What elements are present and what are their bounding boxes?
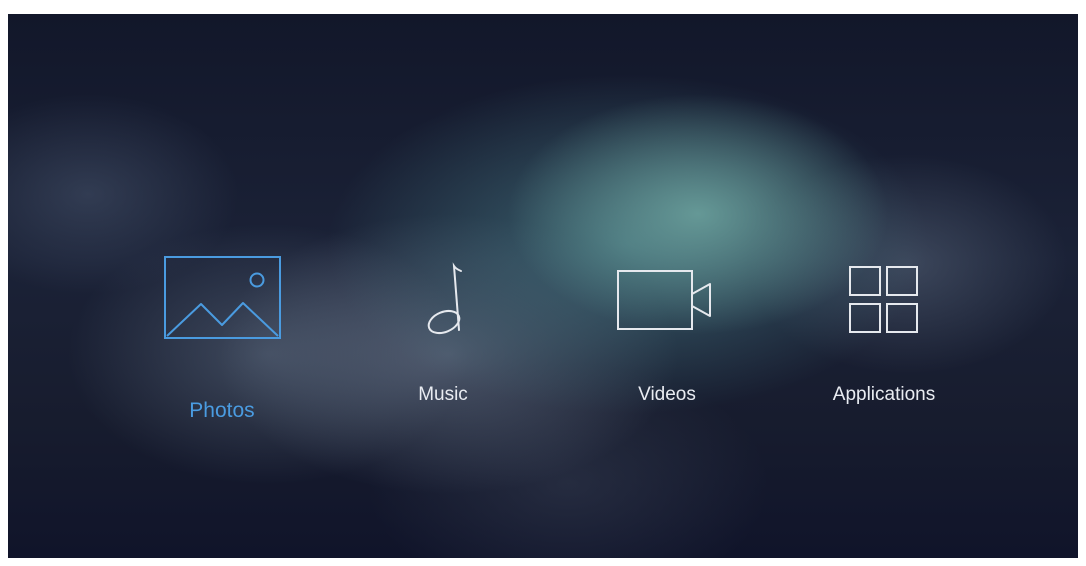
grid-apps-icon (849, 266, 918, 333)
menu-label-applications: Applications (832, 384, 936, 405)
menu-item-photos[interactable]: Photos (137, 14, 307, 558)
music-note-icon (427, 262, 462, 335)
menu-label-videos: Videos (638, 384, 696, 405)
menu-item-music[interactable]: Music (358, 14, 528, 558)
photo-icon (164, 256, 281, 339)
menu-item-applications[interactable]: Applications (799, 14, 969, 558)
home-screen: Photos Music Videos Applications (8, 14, 1078, 558)
menu-label-photos: Photos (189, 399, 255, 422)
menu-label-music: Music (418, 384, 468, 405)
menu-item-videos[interactable]: Videos (582, 14, 752, 558)
video-camera-icon (617, 270, 711, 330)
